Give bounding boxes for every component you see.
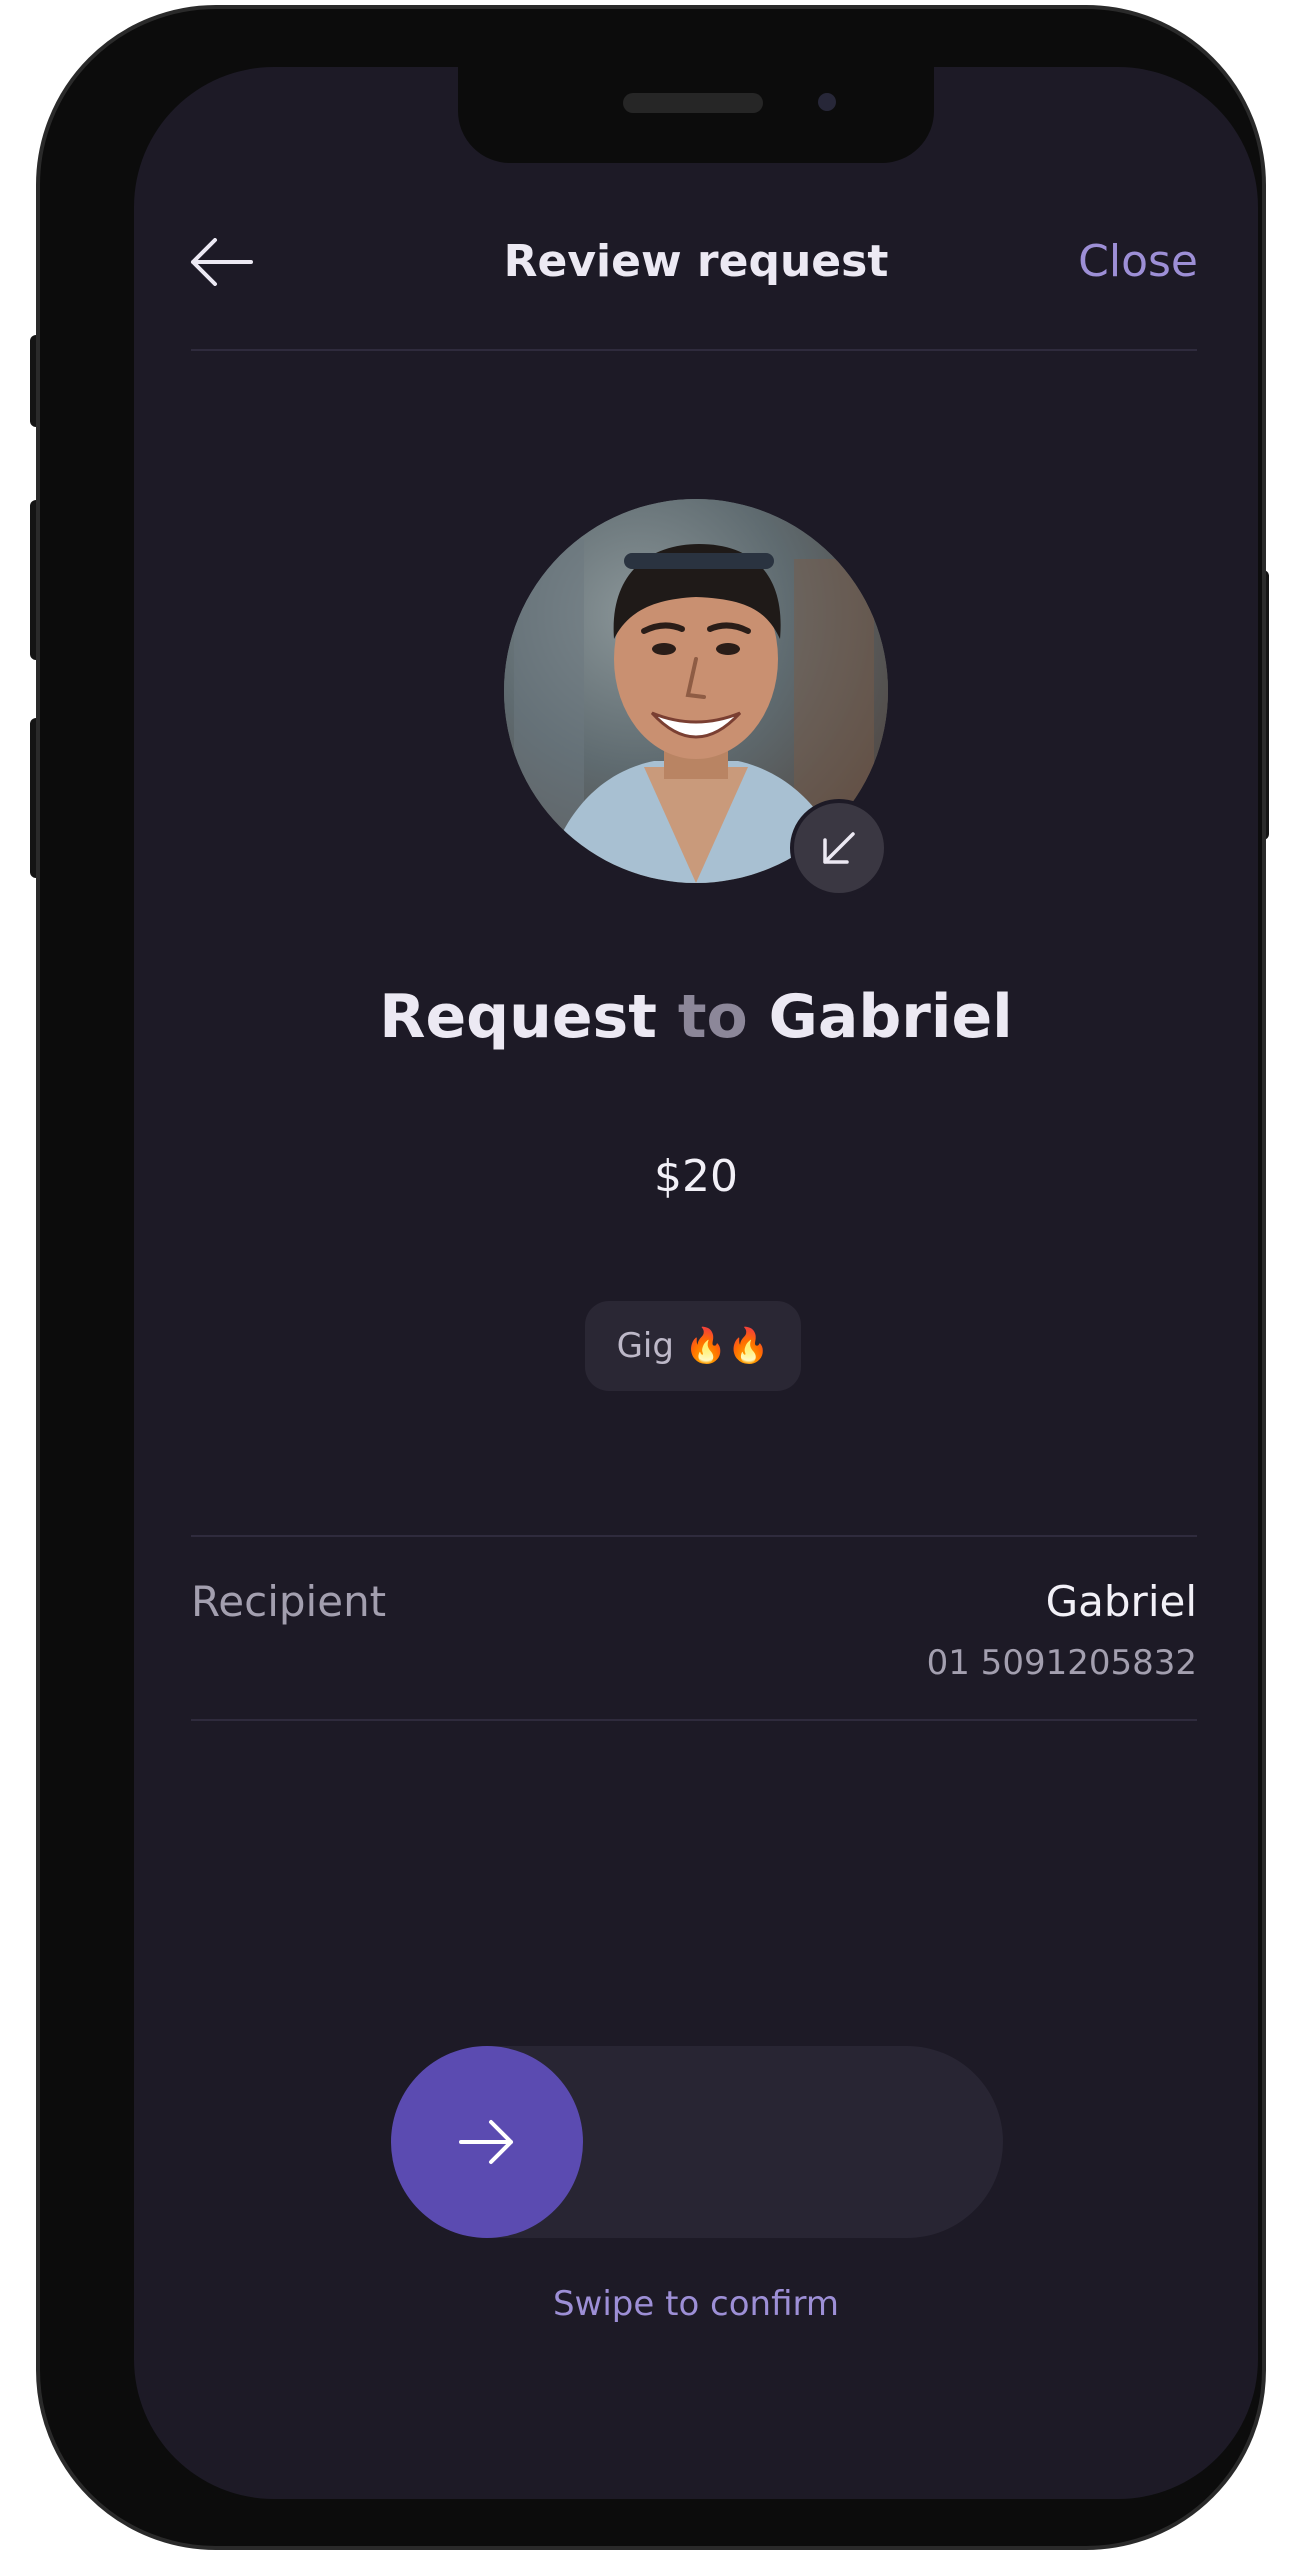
front-camera: [818, 93, 836, 111]
close-button[interactable]: Close: [1078, 227, 1198, 297]
headline-name: Gabriel: [768, 982, 1013, 1052]
header-divider: [191, 349, 1197, 351]
speaker-grille: [623, 93, 763, 113]
details-divider-bottom: [191, 1719, 1197, 1721]
headline-prefix: Request: [379, 982, 657, 1052]
back-button[interactable]: [186, 227, 256, 297]
details-divider-top: [191, 1535, 1197, 1537]
headline-connector: to: [677, 982, 748, 1052]
notch: [458, 67, 934, 163]
app-screen: Review request Close Request to Gabriel …: [134, 67, 1258, 2499]
arrow-down-left-icon: [823, 832, 855, 864]
phone-frame: Review request Close Request to Gabriel …: [36, 5, 1266, 2550]
request-amount: $20: [654, 1151, 738, 1202]
note-chip: Gig 🔥🔥: [585, 1301, 801, 1391]
request-type-badge: [790, 799, 888, 897]
recipient-phone: 01 5091205832: [926, 1643, 1197, 1683]
swipe-hint: Swipe to confirm: [552, 2284, 840, 2324]
recipient-name: Gabriel: [1045, 1577, 1197, 1626]
request-headline: Request to Gabriel: [134, 977, 1258, 1057]
recipient-label: Recipient: [191, 1577, 387, 1626]
arrow-left-icon: [191, 238, 253, 286]
device-mockup: Review request Close Request to Gabriel …: [0, 0, 1299, 2554]
arrow-right-icon: [459, 2120, 513, 2164]
swipe-handle[interactable]: [391, 2046, 583, 2238]
